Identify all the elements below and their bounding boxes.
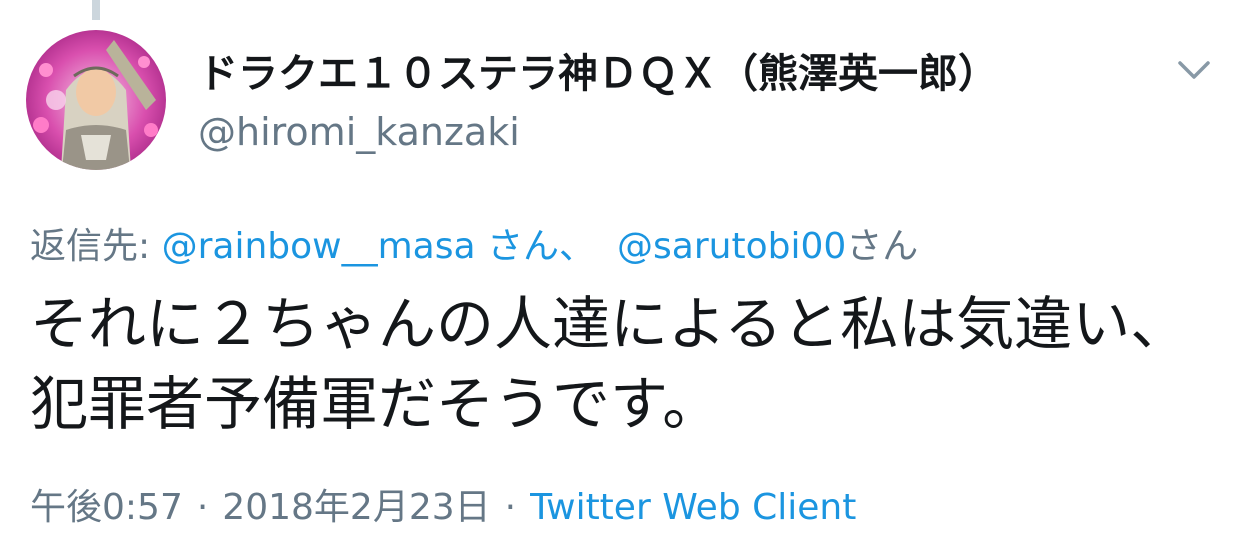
tweet-metadata: 午後0:57 · 2018年2月23日 · Twitter Web Client <box>30 484 856 532</box>
tweet-time[interactable]: 午後0:57 <box>30 487 183 528</box>
tweet-date[interactable]: 2018年2月23日 <box>222 487 490 528</box>
chevron-down-icon[interactable] <box>1172 50 1216 90</box>
reply-context: 返信先: @rainbow__masa さん、 @sarutobi00さん <box>30 224 918 270</box>
reply-prefix: 返信先: <box>30 226 151 267</box>
reply-mention-suffix: さん <box>846 226 919 267</box>
tweet-card: ドラクエ１０ステラ神ＤＱＸ（熊澤英一郎） @hiromi_kanzaki 返信先… <box>0 0 1242 547</box>
reply-mention-link[interactable]: @sarutobi00 <box>617 226 846 267</box>
reply-mention-suffix[interactable]: さん、 <box>487 226 595 267</box>
user-handle[interactable]: @hiromi_kanzaki <box>198 108 520 156</box>
tweet-client-link[interactable]: Twitter Web Client <box>530 487 856 528</box>
tweet-text: それに２ちゃんの人達によると私は気違い、犯罪者予備軍だそうです。 <box>30 290 1189 438</box>
meta-separator: · <box>196 487 209 528</box>
reply-mention-link[interactable]: @rainbow__masa <box>162 226 476 267</box>
user-avatar-icon[interactable] <box>26 30 166 170</box>
meta-separator: · <box>504 487 517 528</box>
thread-connector-line <box>92 0 100 20</box>
display-name[interactable]: ドラクエ１０ステラ神ＤＱＸ（熊澤英一郎） <box>198 48 998 100</box>
